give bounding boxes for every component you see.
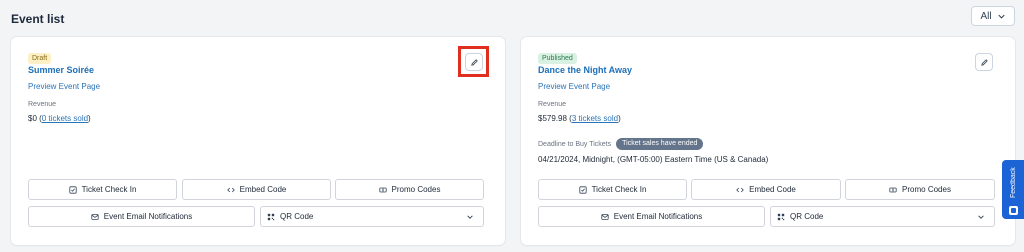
- promo-codes-label: Promo Codes: [391, 185, 441, 194]
- ticket-check-in-label: Ticket Check In: [81, 185, 137, 194]
- ticket-check-in-button[interactable]: Ticket Check In: [28, 179, 177, 200]
- status-badge: Draft: [28, 53, 52, 64]
- ticket-sales-ended-badge: Ticket sales have ended: [616, 138, 704, 150]
- ticket-icon: [378, 187, 387, 192]
- qr-code-icon: [267, 213, 275, 220]
- embed-code-button[interactable]: Embed Code: [691, 179, 841, 200]
- preview-event-link[interactable]: Preview Event Page: [538, 82, 610, 91]
- code-icon: [226, 187, 235, 192]
- embed-code-label: Embed Code: [749, 185, 796, 194]
- code-icon: [736, 187, 744, 192]
- revenue-amount: $0: [28, 114, 37, 123]
- revenue-label: Revenue: [538, 101, 567, 108]
- feedback-icon: [1008, 205, 1018, 215]
- qr-code-label: QR Code: [790, 212, 824, 221]
- event-card-summer-soiree: Draft Summer Soirée Preview Event Page R…: [11, 37, 505, 245]
- event-email-notifications-label: Event Email Notifications: [103, 212, 193, 221]
- embed-code-button[interactable]: Embed Code: [182, 179, 331, 200]
- preview-event-link[interactable]: Preview Event Page: [28, 82, 100, 91]
- promo-codes-button[interactable]: Promo Codes: [335, 179, 484, 200]
- checkbox-icon: [68, 185, 77, 194]
- deadline-value: 04/21/2024, Midnight, (GMT-05:00) Easter…: [538, 155, 769, 164]
- qr-code-label: QR Code: [280, 212, 314, 221]
- feedback-tab[interactable]: Feedback: [1002, 160, 1024, 219]
- pencil-icon: [980, 58, 988, 66]
- qr-code-select[interactable]: QR Code: [260, 206, 484, 227]
- deadline-label: Deadline to Buy Tickets: [538, 140, 612, 148]
- ticket-icon: [889, 187, 897, 192]
- revenue-label: Revenue: [28, 101, 57, 108]
- feedback-label: Feedback: [1009, 167, 1017, 198]
- promo-codes-label: Promo Codes: [902, 185, 951, 194]
- chevron-down-icon: [467, 215, 473, 219]
- status-filter-select[interactable]: All: [971, 6, 1015, 26]
- revenue-value: $579.98 (3 tickets sold): [538, 114, 621, 123]
- page-title: Event list: [11, 12, 65, 26]
- promo-codes-button[interactable]: Promo Codes: [845, 179, 995, 200]
- event-email-notifications-label: Event Email Notifications: [613, 212, 703, 221]
- edit-button[interactable]: [975, 53, 993, 71]
- event-name-link[interactable]: Dance the Night Away: [538, 65, 632, 75]
- embed-code-label: Embed Code: [239, 185, 287, 194]
- ticket-check-in-button[interactable]: Ticket Check In: [538, 179, 687, 200]
- chevron-down-icon: [978, 215, 984, 219]
- event-card-dance-the-night-away: Published Dance the Night Away Preview E…: [521, 37, 1015, 245]
- chevron-down-icon: [997, 14, 1005, 19]
- deadline-row: Deadline to Buy Tickets Ticket sales hav…: [538, 138, 704, 150]
- checkbox-icon: [578, 185, 587, 194]
- event-name-link[interactable]: Summer Soirée: [28, 65, 94, 75]
- ticket-check-in-label: Ticket Check In: [591, 185, 647, 194]
- tickets-sold-link[interactable]: 3 tickets sold: [572, 114, 618, 123]
- revenue-value: $0 (0 tickets sold): [28, 114, 91, 123]
- filter-value: All: [980, 10, 992, 22]
- edit-button-highlight: [458, 46, 489, 77]
- page-header: Event list All: [11, 6, 1015, 30]
- event-email-notifications-button[interactable]: Event Email Notifications: [538, 206, 765, 227]
- qr-code-icon: [777, 213, 785, 220]
- mail-icon: [601, 213, 609, 220]
- event-email-notifications-button[interactable]: Event Email Notifications: [28, 206, 255, 227]
- status-badge: Published: [538, 53, 577, 64]
- tickets-sold-link[interactable]: 0 tickets sold: [42, 114, 88, 123]
- qr-code-select[interactable]: QR Code: [770, 206, 995, 227]
- mail-icon: [91, 213, 99, 220]
- revenue-amount: $579.98: [538, 114, 567, 123]
